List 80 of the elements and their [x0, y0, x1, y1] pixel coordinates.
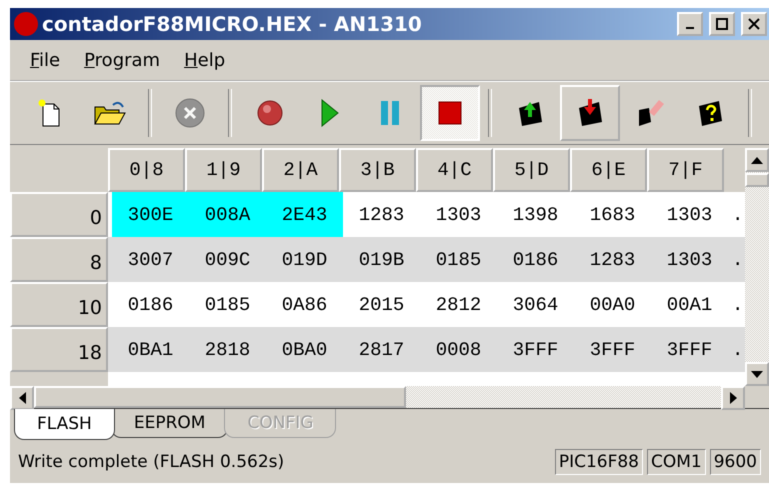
cancel-icon	[175, 98, 205, 128]
hex-cell[interactable]: 1303	[420, 192, 497, 237]
column-header[interactable]: 2|A	[262, 148, 339, 192]
hex-cell[interactable]: 1398	[497, 192, 574, 237]
hex-cell[interactable]: 0185	[189, 282, 266, 327]
hex-cell[interactable]: 3FFF	[574, 327, 651, 372]
vertical-scrollbar[interactable]	[745, 148, 769, 386]
column-header[interactable]: 3|B	[339, 148, 416, 192]
menu-item[interactable]: Help	[172, 50, 238, 70]
hex-cell[interactable]: 1303	[651, 237, 728, 282]
column-header[interactable]: 6|E	[570, 148, 647, 192]
hex-cell[interactable]: 1303	[651, 192, 728, 237]
window-title: contadorF88MICRO.HEX - AN1310	[42, 12, 423, 36]
status-panel: 9600	[710, 449, 761, 475]
row-header[interactable]: 0	[10, 192, 108, 237]
maximize-button[interactable]	[709, 12, 735, 36]
hex-cell[interactable]: 019D	[266, 237, 343, 282]
column-header[interactable]: 0|8	[108, 148, 185, 192]
hex-cell[interactable]: 1283	[574, 237, 651, 282]
hex-cell[interactable]: 0A86	[266, 282, 343, 327]
hex-cell[interactable]: 1683	[574, 192, 651, 237]
hex-cell[interactable]: 2E43	[266, 192, 343, 237]
hex-cell[interactable]: 0BA0	[266, 327, 343, 372]
status-message: Write complete (FLASH 0.562s)	[18, 452, 286, 472]
column-header[interactable]: 1|9	[185, 148, 262, 192]
hex-cell[interactable]: 0186	[497, 237, 574, 282]
hex-cell[interactable]: 019B	[343, 237, 420, 282]
tab[interactable]: FLASH	[14, 409, 115, 440]
hex-cell[interactable]: 0186	[112, 282, 189, 327]
column-header[interactable]: 5|D	[493, 148, 570, 192]
column-header[interactable]: 4|C	[416, 148, 493, 192]
row-header[interactable]: 8	[10, 237, 108, 282]
menu-item[interactable]: File	[18, 50, 72, 70]
row-header[interactable]: 10	[10, 282, 108, 327]
hex-cell[interactable]: 008A	[189, 192, 266, 237]
status-panel: COM1	[647, 449, 706, 475]
hex-cell[interactable]: 1283	[343, 192, 420, 237]
left-arrow-icon	[18, 392, 26, 404]
minimize-button[interactable]	[677, 12, 703, 36]
maximize-icon	[716, 18, 728, 30]
hex-cell[interactable]: 2818	[189, 327, 266, 372]
more-indicator: .	[731, 248, 744, 270]
close-button[interactable]	[741, 12, 767, 36]
open-folder-icon	[93, 99, 127, 127]
hex-cell[interactable]: 3FFF	[497, 327, 574, 372]
hex-cell[interactable]: 3FFF	[651, 327, 728, 372]
record-icon	[256, 99, 284, 127]
hex-cell[interactable]: 2817	[343, 327, 420, 372]
hex-cell[interactable]: 0185	[420, 237, 497, 282]
hex-cell[interactable]: 00A1	[651, 282, 728, 327]
hex-cell[interactable]: 009C	[189, 237, 266, 282]
column-header[interactable]: 7|F	[647, 148, 724, 192]
scrollbar-thumb[interactable]	[34, 386, 406, 408]
down-arrow-icon	[751, 370, 763, 378]
horizontal-scrollbar[interactable]	[10, 386, 745, 408]
menu-item[interactable]: Program	[72, 50, 172, 70]
hex-cell[interactable]: 300E	[112, 192, 189, 237]
right-arrow-icon	[730, 392, 736, 404]
row-header[interactable]: 18	[10, 327, 108, 372]
hex-cell[interactable]: 00A0	[574, 282, 651, 327]
close-icon	[748, 18, 760, 30]
hex-cell[interactable]: 2015	[343, 282, 420, 327]
hex-cell[interactable]: 2812	[420, 282, 497, 327]
more-indicator: .	[731, 338, 744, 360]
toolbar-button[interactable]	[420, 85, 480, 141]
minimize-icon	[686, 27, 694, 29]
more-indicator: .	[731, 294, 744, 316]
status-panel: PIC16F88	[554, 449, 643, 475]
more-indicator: .	[731, 204, 744, 226]
play-icon	[320, 99, 340, 127]
hex-cell[interactable]: 0BA1	[112, 327, 189, 372]
app-logo-icon	[14, 12, 38, 36]
toolbar-button[interactable]	[560, 85, 620, 141]
pause-icon	[379, 99, 401, 127]
up-arrow-icon	[751, 156, 763, 164]
hex-cell[interactable]: 3064	[497, 282, 574, 327]
hex-cell[interactable]: 3007	[112, 237, 189, 282]
hex-cell[interactable]: 0008	[420, 327, 497, 372]
stop-icon	[438, 101, 462, 125]
scrollbar-thumb[interactable]	[745, 173, 769, 187]
